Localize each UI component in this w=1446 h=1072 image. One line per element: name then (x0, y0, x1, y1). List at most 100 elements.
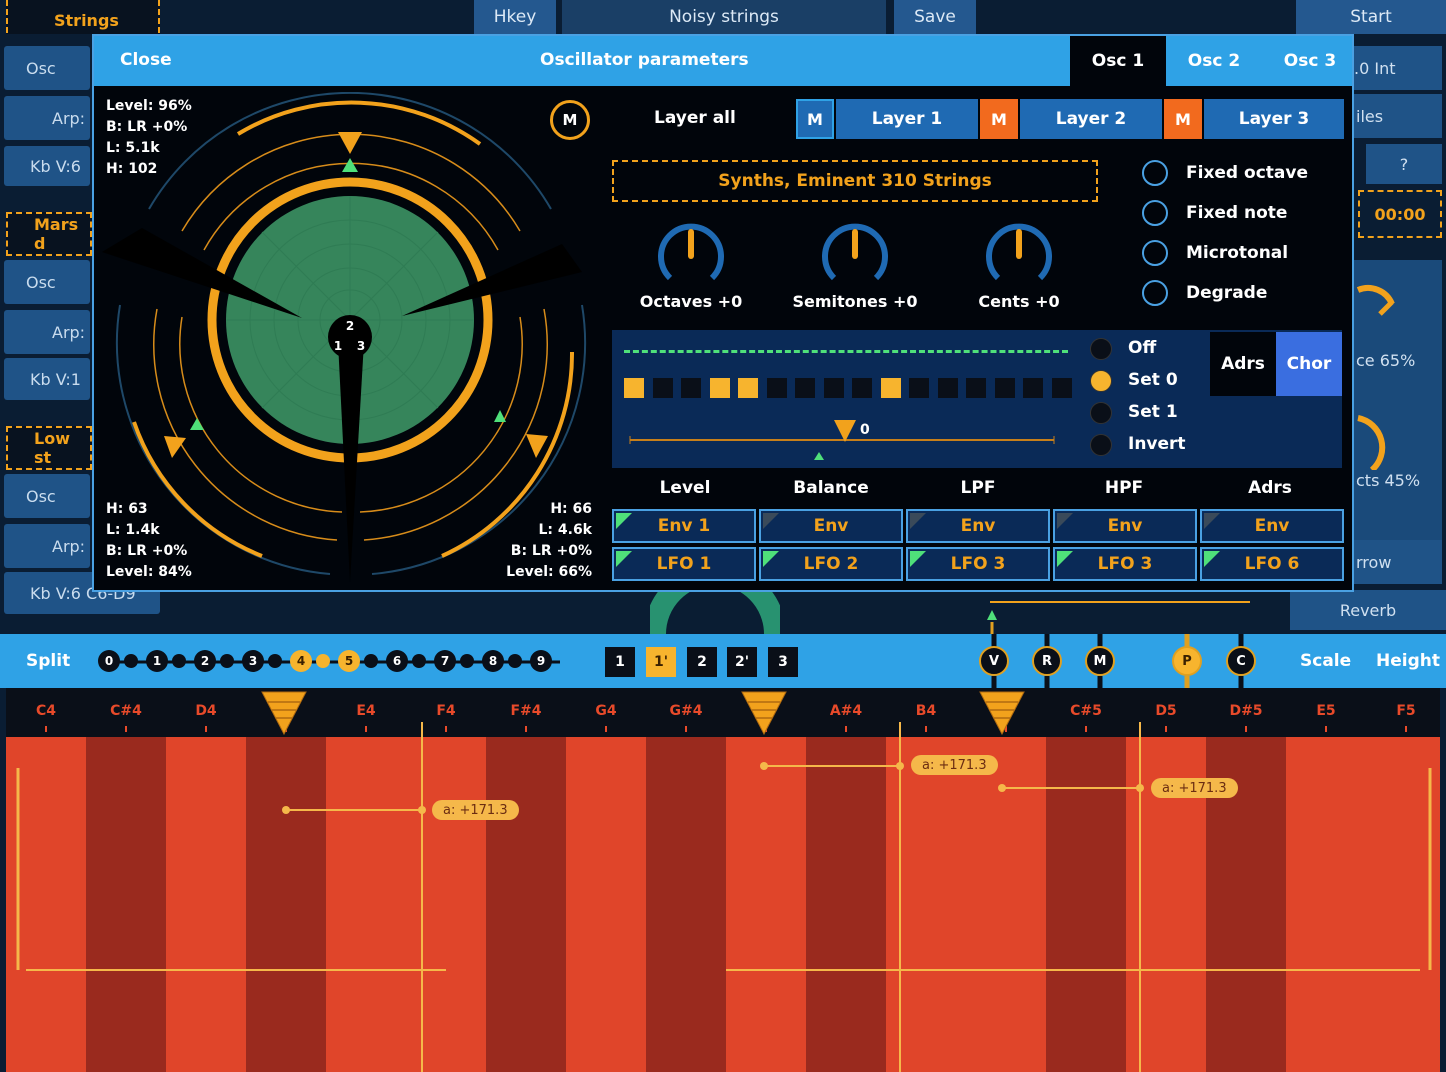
sequencer-step[interactable] (1051, 378, 1072, 398)
layer-3-button[interactable]: Layer 3 (1204, 99, 1344, 139)
sequencer-step[interactable] (823, 378, 844, 398)
height-button[interactable]: Height (1376, 651, 1440, 671)
sidebar-preset-2[interactable]: Mars d (6, 212, 92, 256)
env-lpf-button[interactable]: Env (906, 509, 1050, 543)
annotation-3[interactable]: a: +171.3 (1151, 778, 1238, 798)
mode-off-dot[interactable] (1090, 338, 1112, 360)
pin-p[interactable]: P (1172, 646, 1202, 676)
sequencer-step[interactable] (766, 378, 787, 398)
lfo-lpf-button[interactable]: LFO 3 (906, 547, 1050, 581)
mode-invert-label: Invert (1128, 434, 1186, 454)
int-button[interactable]: .0 Int (1354, 46, 1442, 90)
sequencer-step[interactable] (994, 378, 1015, 398)
tab-osc-2[interactable]: Osc 2 (1166, 36, 1262, 86)
sequencer-slider[interactable] (624, 414, 1064, 462)
sidebar-kb-1[interactable]: Kb V:6 (4, 146, 90, 186)
sequencer-step[interactable] (795, 378, 815, 398)
layer-1-mute[interactable]: M (796, 99, 834, 139)
fixed-octave-radio[interactable] (1142, 160, 1168, 186)
layer-split-square[interactable]: 2' (727, 647, 757, 677)
microtonal-radio[interactable] (1142, 240, 1168, 266)
hkey-button[interactable]: Hkey (474, 0, 556, 34)
sequencer-step[interactable] (709, 378, 730, 398)
split-number[interactable]: 0 (98, 650, 120, 672)
sidebar-arp-3[interactable]: Arp: (4, 524, 90, 568)
fixed-note-radio[interactable] (1142, 200, 1168, 226)
lfo-hpf-button[interactable]: LFO 3 (1053, 547, 1197, 581)
sequencer-step[interactable] (880, 378, 901, 398)
sequencer-step[interactable] (937, 378, 958, 398)
layer-m-button[interactable]: M (550, 100, 590, 140)
sequencer-step[interactable] (909, 378, 929, 398)
mode-set0-dot[interactable] (1090, 370, 1112, 392)
layer-split-square[interactable]: 2 (687, 647, 717, 677)
split-button[interactable]: Split (26, 651, 70, 671)
layer-all-button[interactable]: Layer all (654, 108, 736, 128)
sidebar-osc-3[interactable]: Osc (4, 474, 90, 518)
close-button[interactable]: Close (120, 50, 172, 70)
split-number[interactable]: 5 (338, 650, 360, 672)
sequencer-step[interactable] (852, 378, 872, 398)
layer-2-button[interactable]: Layer 2 (1020, 99, 1162, 139)
reverb-button[interactable]: Reverb (1290, 590, 1446, 630)
lfo-balance-button[interactable]: LFO 2 (759, 547, 903, 581)
adrs-button[interactable]: Adrs (1210, 332, 1276, 396)
sequencer-step[interactable] (652, 378, 673, 398)
sidebar-kb-2[interactable]: Kb V:1 (4, 358, 90, 400)
pin-m[interactable]: M (1085, 646, 1115, 676)
save-button[interactable]: Save (894, 0, 976, 34)
files-button[interactable]: iles (1354, 94, 1442, 138)
split-number[interactable]: 2 (194, 650, 216, 672)
layer-3-mute[interactable]: M (1164, 99, 1202, 139)
help-button[interactable]: ? (1366, 144, 1442, 184)
annotation-1[interactable]: a: +171.3 (432, 800, 519, 820)
split-number[interactable]: 3 (242, 650, 264, 672)
split-number[interactable]: 9 (530, 650, 552, 672)
split-number[interactable]: 6 (386, 650, 408, 672)
annotation-2[interactable]: a: +171.3 (911, 755, 998, 775)
cents-knob[interactable] (984, 222, 1054, 292)
layer-2-mute[interactable]: M (980, 99, 1018, 139)
env-adrs-button[interactable]: Env (1200, 509, 1344, 543)
pin-r[interactable]: R (1032, 646, 1062, 676)
mode-set1-dot[interactable] (1090, 402, 1112, 424)
sidebar-arp-2[interactable]: Arp: (4, 310, 90, 354)
split-number[interactable]: 1 (146, 650, 168, 672)
pin-c[interactable]: C (1226, 646, 1256, 676)
sidebar-arp-1[interactable]: Arp: (4, 96, 90, 140)
sidebar-osc-2[interactable]: Osc (4, 260, 90, 304)
layer-split-square[interactable]: 1 (605, 647, 635, 677)
start-button[interactable]: Start (1296, 0, 1446, 34)
split-number[interactable]: 4 (290, 650, 312, 672)
tab-osc-1[interactable]: Osc 1 (1070, 36, 1166, 86)
pin-v[interactable]: V (979, 646, 1009, 676)
mode-invert-dot[interactable] (1090, 434, 1112, 456)
env-level-button[interactable]: Env 1 (612, 509, 756, 543)
degrade-radio[interactable] (1142, 280, 1168, 306)
split-number[interactable]: 7 (434, 650, 456, 672)
sidebar-preset-3[interactable]: Low st (6, 426, 92, 470)
sequencer-step[interactable] (966, 378, 986, 398)
env-balance-button[interactable]: Env (759, 509, 903, 543)
sequencer-step[interactable] (681, 378, 701, 398)
sound-selector[interactable]: Synths, Eminent 310 Strings (612, 160, 1098, 202)
layer-split-square[interactable]: 1' (646, 647, 676, 677)
rrow-button[interactable]: rrow (1354, 540, 1442, 584)
chor-button[interactable]: Chor (1276, 332, 1342, 396)
lfo-level-button[interactable]: LFO 1 (612, 547, 756, 581)
layer-split-square[interactable]: 3 (768, 647, 798, 677)
sequencer-step[interactable] (1023, 378, 1043, 398)
lfo-adrs-button[interactable]: LFO 6 (1200, 547, 1344, 581)
sequencer-step[interactable] (738, 378, 758, 398)
env-hpf-button[interactable]: Env (1053, 509, 1197, 543)
layer-1-button[interactable]: Layer 1 (836, 99, 978, 139)
split-number[interactable]: 8 (482, 650, 504, 672)
lfo-lpf-label: LFO 3 (950, 554, 1006, 574)
scale-button[interactable]: Scale (1300, 651, 1351, 671)
tab-osc-3[interactable]: Osc 3 (1262, 36, 1358, 86)
octaves-knob[interactable] (656, 222, 726, 292)
semitones-knob[interactable] (820, 222, 890, 292)
sidebar-osc-1[interactable]: Osc (4, 46, 90, 90)
preset-name-field[interactable]: Noisy strings (562, 0, 886, 34)
sequencer-step[interactable] (624, 378, 644, 398)
